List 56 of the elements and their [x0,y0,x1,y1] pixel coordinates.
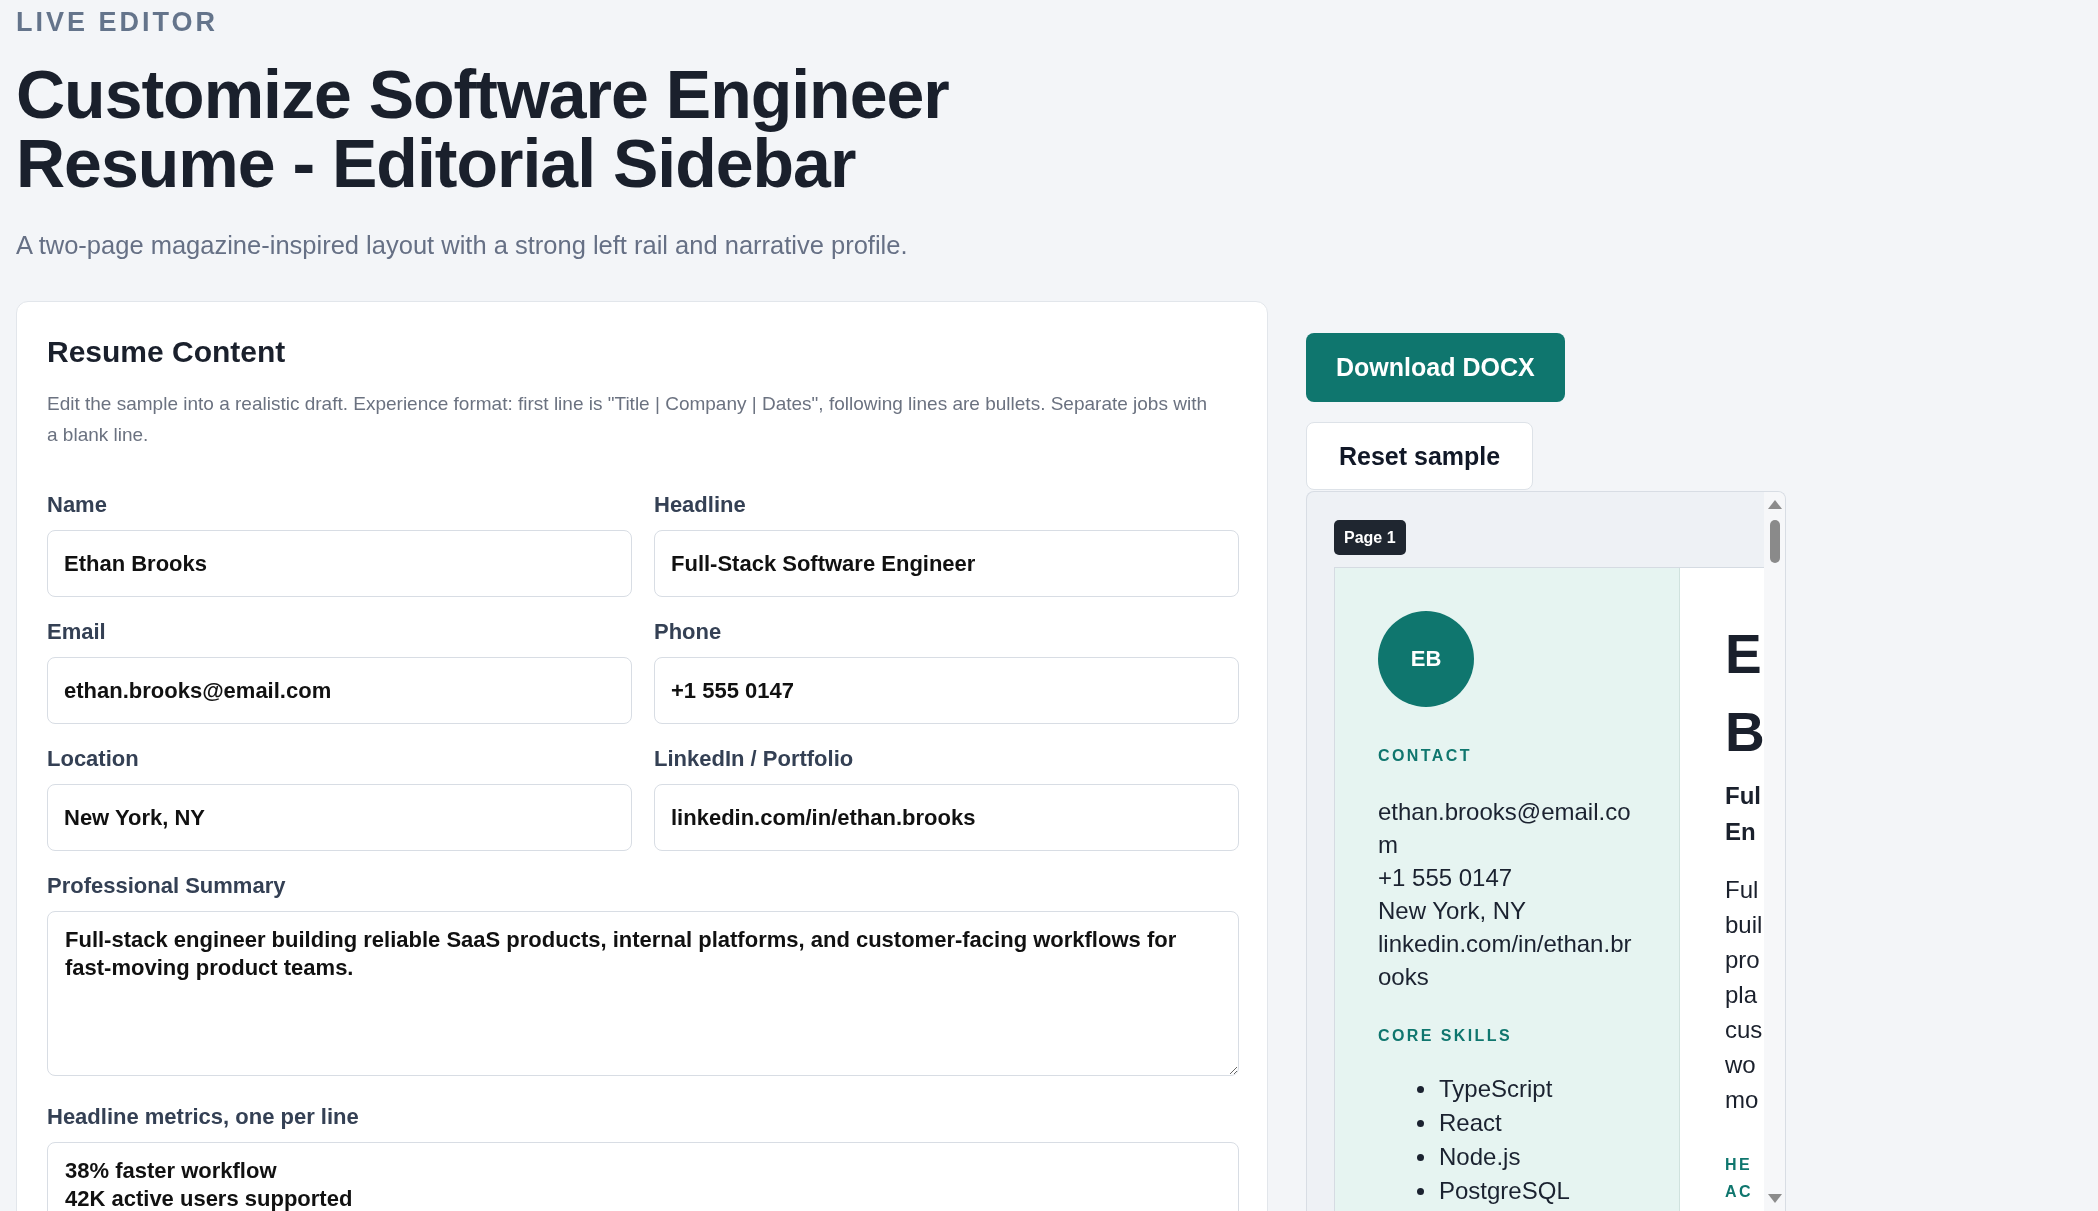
summary-text: cus [1725,1015,1764,1045]
page-badge: Page 1 [1334,520,1406,555]
field-label: LinkedIn / Portfolio [654,746,854,772]
summary-text: mo [1725,1085,1760,1115]
summary-text: pro [1725,945,1761,975]
action-button[interactable]: Reset sample [1306,422,1534,490]
summary-text: buil [1725,910,1764,940]
skill-item: TypeScript [1439,1074,1553,1104]
field-label: Location [47,746,139,772]
bullet-icon [1417,1119,1424,1127]
field-label: Phone [654,619,722,645]
field-label: Professional Summary [47,873,286,899]
field-label: Headline metrics, one per line [47,1104,359,1130]
section-heading: CONTACT [1378,746,1473,766]
resume-headline: Ful [1725,781,1762,811]
summary-text: Ful [1725,875,1760,905]
contact-line: +1 555 0147 [1378,863,1514,893]
section-heading: HE [1725,1155,1754,1175]
action-button[interactable]: Download DOCX [1306,333,1565,402]
scrollbar-track[interactable] [1764,492,1785,1211]
resume-name: B [1725,700,1764,765]
skill-item: Node.js [1439,1142,1521,1172]
bullet-icon [1417,1153,1424,1161]
text-input[interactable]: linkedin.com/in/ethan.brooks [654,784,1239,851]
scroll-up-icon[interactable] [1767,500,1782,509]
text-input[interactable]: New York, NY [47,784,632,851]
scrollbar-thumb[interactable] [1769,520,1780,563]
field-label: Email [47,619,106,645]
resume-headline: En [1725,817,1757,847]
skill-item: React [1439,1108,1502,1138]
card-description: Edit the sample into a realistic draft. Experience format: first line is "Title | Company | Dates", following lines are bullets. Separate jobs with a blank line. [47,392,1208,447]
page-title: Customize Software Engineer Resume - Editorial Sidebar [16,60,950,198]
text-input[interactable]: Ethan Brooks [47,530,632,597]
section-heading: AC [1725,1182,1754,1202]
contact-line: New York, NY [1378,896,1528,926]
contact-line: linkedin.com/in/ethan.brooks [1378,929,1633,992]
resume-name: E [1725,622,1763,687]
page-subtitle: A two-page magazine-inspired layout with a strong left rail and narrative profile. [16,230,908,261]
scroll-down-icon[interactable] [1767,1194,1782,1203]
field-label: Headline [654,492,746,518]
eyebrow-label: LIVE EDITOR [16,6,219,38]
bullet-icon [1417,1187,1424,1195]
summary-text: wo [1725,1050,1757,1080]
text-area[interactable]: Full-stack engineer building reliable SaaS products, internal platforms, and customer-facing workflows for fast-moving product teams. [47,911,1239,1076]
summary-text: pla [1725,980,1759,1010]
text-area[interactable]: 38% faster workflow 42K active users supported [47,1142,1239,1211]
text-input[interactable]: ethan.brooks@email.com [47,657,632,724]
text-input[interactable]: +1 555 0147 [654,657,1239,724]
avatar-initials: EB [1378,611,1474,707]
contact-line: ethan.brooks@email.com [1378,797,1632,860]
card-title: Resume Content [47,334,287,370]
bullet-icon [1417,1085,1424,1093]
section-heading: CORE SKILLS [1378,1026,1513,1046]
skill-item: PostgreSQL [1439,1176,1570,1206]
text-input[interactable]: Full-Stack Software Engineer [654,530,1239,597]
field-label: Name [47,492,107,518]
